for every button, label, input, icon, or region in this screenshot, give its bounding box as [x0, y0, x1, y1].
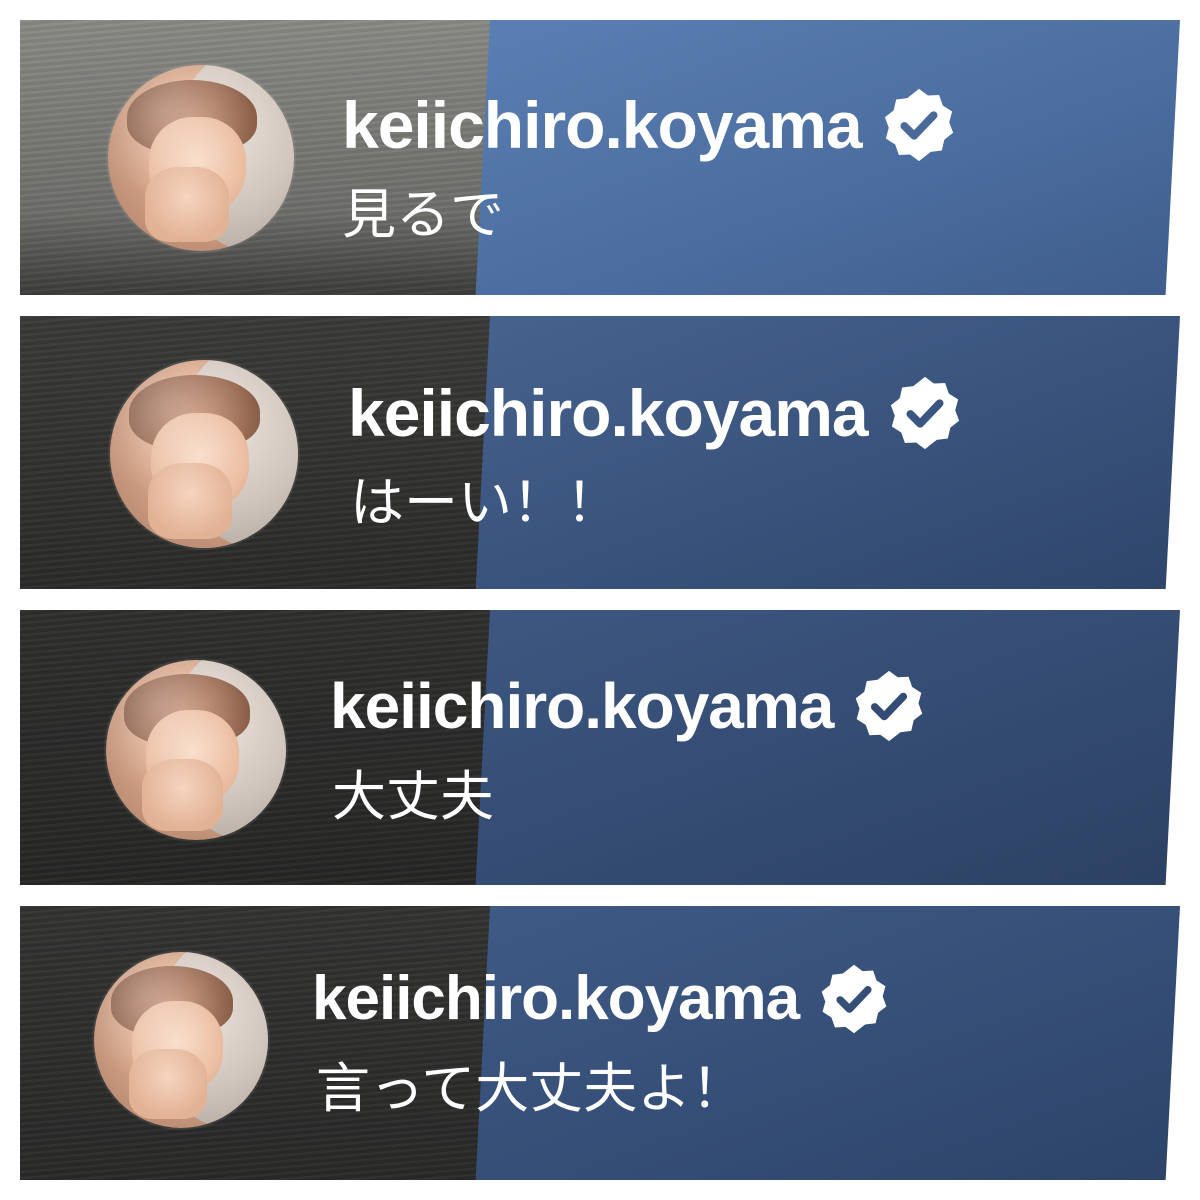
background-right	[475, 316, 1180, 589]
profile-avatar[interactable]	[108, 65, 294, 251]
comment-header: keiichiro.koyama	[312, 962, 891, 1036]
comment-text: 大丈夫	[332, 765, 494, 828]
verified-badge-icon	[817, 962, 891, 1036]
background-right	[475, 906, 1180, 1180]
verified-badge-icon	[851, 668, 927, 744]
live-comment-panel-4: keiichiro.koyama 言って大丈夫よ！	[20, 906, 1180, 1180]
username[interactable]: keiichiro.koyama	[330, 674, 834, 738]
comment-text: 言って大丈夫よ！	[316, 1057, 746, 1120]
username[interactable]: keiichiro.koyama	[348, 380, 869, 446]
username[interactable]: keiichiro.koyama	[342, 92, 863, 158]
comment-text: はーい！！	[350, 471, 620, 534]
background-right	[475, 610, 1180, 885]
comment-header: keiichiro.koyama	[330, 668, 927, 744]
verified-badge-icon	[880, 86, 958, 164]
screenshot-collage: keiichiro.koyama 見るで keiichiro.koyama はー…	[0, 0, 1200, 1200]
profile-avatar[interactable]	[94, 952, 268, 1128]
comment-header: keiichiro.koyama	[348, 374, 964, 452]
username[interactable]: keiichiro.koyama	[312, 968, 800, 1030]
live-comment-panel-3: keiichiro.koyama 大丈夫	[20, 610, 1180, 885]
comment-text: 見るで	[342, 183, 504, 246]
live-comment-panel-2: keiichiro.koyama はーい！！	[20, 316, 1180, 589]
profile-avatar[interactable]	[110, 360, 298, 548]
comment-header: keiichiro.koyama	[342, 86, 958, 164]
live-comment-panel-1: keiichiro.koyama 見るで	[20, 20, 1180, 295]
profile-avatar[interactable]	[106, 660, 286, 840]
verified-badge-icon	[886, 374, 964, 452]
